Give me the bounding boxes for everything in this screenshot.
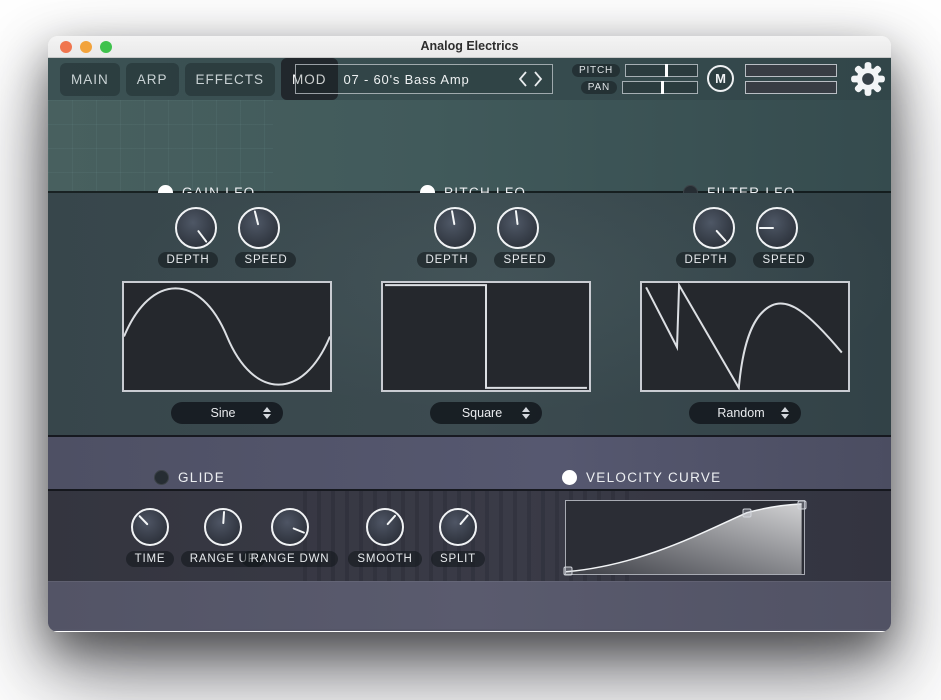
pitch-speed-label: SPEED [494,252,555,268]
random-wave [646,285,842,388]
gain-speed-knob[interactable] [238,207,280,249]
chevron-left-icon[interactable] [517,70,529,88]
midi-m-button[interactable]: M [707,65,734,92]
level-meter-right [745,81,837,94]
knob-pointer [222,511,225,524]
gain-depth-label: DEPTH [158,252,219,268]
filter-lfo-section: DEPTH SPEED Random [640,193,850,435]
pitch-wave-value: Square [442,406,522,420]
updown-arrows-icon [781,407,789,419]
preset-arrows [517,70,552,88]
pitch-pan-panel: PITCH PAN [572,63,698,97]
glide-title: GLIDE [178,470,225,485]
velocity-curve-title: VELOCITY CURVE [586,470,722,485]
knob-pointer [514,210,518,225]
velocity-handle-end[interactable] [797,500,806,509]
gain-wave-value: Sine [183,406,263,420]
pitch-slider[interactable] [625,64,698,77]
velocity-curve-header: VELOCITY CURVE [562,470,722,485]
pitch-speed-knob[interactable] [497,207,539,249]
settings-gear-icon[interactable] [850,61,886,97]
glide-toggle[interactable] [154,470,169,485]
glide-velocity-band: TIME RANGE UP RANGE DWN SMOOTH [48,489,891,581]
preset-selector[interactable]: 07 - 60's Bass Amp [295,64,553,94]
updown-arrows-icon [263,407,271,419]
glide-range-up-knob[interactable] [204,508,242,546]
glide-split-label: SPLIT [431,551,485,567]
plugin-content: MAIN ARP EFFECTS MOD 07 - 60's Bass Amp … [48,58,891,631]
knob-pointer [450,210,455,225]
glide-range-dwn-label: RANGE DWN [242,551,339,567]
square-wave [385,285,587,388]
background-grid-texture [48,100,273,191]
hero-strip: GAIN LFO PITCH LFO FILTER LFO [48,100,891,193]
gain-depth-knob[interactable] [175,207,217,249]
pitch-lfo-section: DEPTH SPEED Square [381,193,591,435]
preset-name: 07 - 60's Bass Amp [296,72,517,87]
filter-speed-label: SPEED [753,252,814,268]
knob-pointer [292,527,305,534]
velocity-curve-toggle[interactable] [562,470,577,485]
filter-depth-knob[interactable] [693,207,735,249]
filter-wave-select[interactable]: Random [689,402,801,424]
gain-speed-label: SPEED [235,252,296,268]
pitch-wave-select[interactable]: Square [430,402,542,424]
pitch-waveform-display [381,281,591,392]
velocity-handle-mid[interactable] [742,508,751,517]
tab-main[interactable]: MAIN [60,63,120,96]
knob-pointer [386,514,397,525]
glide-velocity-header-band: GLIDE VELOCITY CURVE [48,435,891,489]
glide-smooth-knob[interactable] [366,508,404,546]
filter-waveform-display [640,281,850,392]
pitch-depth-label: DEPTH [417,252,478,268]
level-meters [745,64,837,94]
glide-time-label: TIME [126,551,175,567]
pan-label: PAN [581,81,617,94]
velocity-handle-start[interactable] [564,567,573,576]
knob-pointer [253,210,259,225]
gain-lfo-section: DEPTH SPEED Sine [122,193,332,435]
glide-range-dwn-knob[interactable] [271,508,309,546]
filter-wave-value: Random [701,406,781,420]
title-bar: Analog Electrics [48,36,891,58]
pan-slider[interactable] [622,81,698,94]
bottom-strip [48,581,891,629]
knob-pointer [138,515,149,526]
knob-pointer [715,229,727,242]
tab-arp[interactable]: ARP [126,63,179,96]
gain-waveform-display [122,281,332,392]
pitch-depth-knob[interactable] [434,207,476,249]
plugin-window: Analog Electrics MAIN ARP EFFECTS MOD 07… [48,36,891,632]
pan-slider-thumb[interactable] [661,81,664,94]
filter-speed-knob[interactable] [756,207,798,249]
sine-wave [124,288,330,384]
glide-split-knob[interactable] [439,508,477,546]
glide-split-control: SPLIT [408,508,508,567]
updown-arrows-icon [522,407,530,419]
filter-depth-label: DEPTH [676,252,737,268]
pitch-label: PITCH [572,64,620,77]
lfo-band: DEPTH SPEED Sine [48,193,891,435]
glide-range-dwn-control: RANGE DWN [240,508,340,567]
pitch-slider-thumb[interactable] [665,64,668,77]
velocity-curve-editor[interactable] [565,500,805,575]
velocity-curve-fill [566,504,802,574]
level-meter-left [745,64,837,77]
knob-pointer [196,230,207,243]
knob-pointer [459,514,469,526]
chevron-right-icon[interactable] [532,70,544,88]
gain-wave-select[interactable]: Sine [171,402,283,424]
tab-effects[interactable]: EFFECTS [185,63,276,96]
glide-time-knob[interactable] [131,508,169,546]
top-bar: MAIN ARP EFFECTS MOD 07 - 60's Bass Amp … [48,58,891,100]
glide-header: GLIDE [154,470,225,485]
knob-pointer [759,227,774,230]
window-title: Analog Electrics [48,39,891,53]
